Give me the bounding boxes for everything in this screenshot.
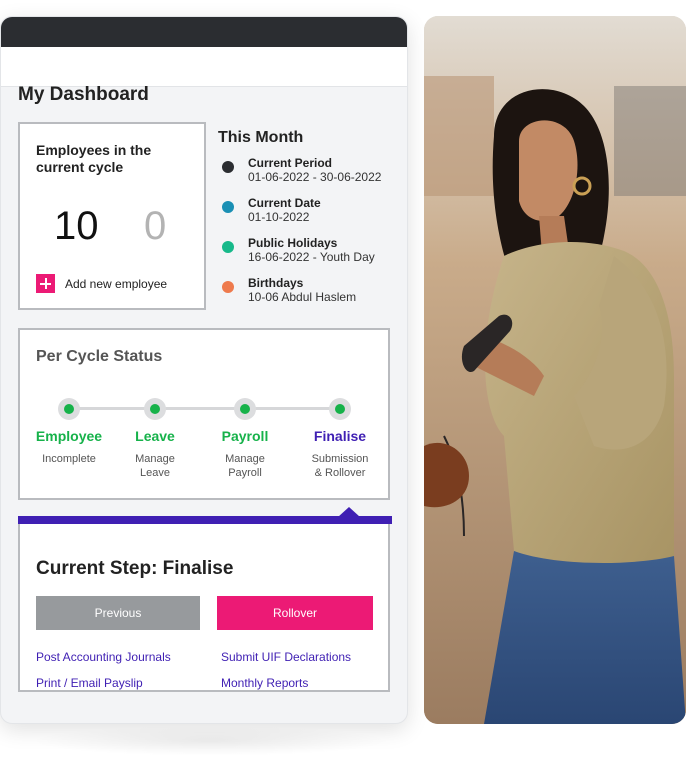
this-month-list: Current Period 01-06-2022 - 30-06-2022 C… — [222, 156, 381, 316]
hero-photo — [424, 16, 686, 724]
step-name: Payroll — [221, 428, 269, 444]
post-accounting-journals-link[interactable]: Post Accounting Journals — [36, 650, 171, 664]
monthly-reports-link[interactable]: Monthly Reports — [221, 676, 308, 690]
cycle-status-title: Per Cycle Status — [36, 348, 163, 365]
plus-icon — [36, 274, 55, 293]
submit-uif-declarations-link[interactable]: Submit UIF Declarations — [221, 650, 351, 664]
month-item-label: Birthdays — [248, 276, 304, 290]
month-item-current-period: Current Period 01-06-2022 - 30-06-2022 — [222, 156, 381, 196]
dot-icon — [222, 241, 234, 253]
month-item-label: Current Date — [248, 196, 321, 210]
step-name: Leave — [135, 428, 175, 444]
cycle-status-panel: Per Cycle Status Employee Incomplete Lea… — [18, 328, 390, 500]
dot-icon — [222, 201, 234, 213]
step-name: Employee — [35, 428, 103, 444]
previous-button[interactable]: Previous — [36, 596, 200, 630]
month-item-value: 10-06 Abdul Haslem — [248, 290, 357, 304]
month-item-value: 01-06-2022 - 30-06-2022 — [248, 170, 382, 184]
step-node-icon[interactable] — [58, 398, 80, 420]
add-employee-label: Add new employee — [65, 276, 168, 291]
window-sub-bar — [1, 47, 407, 87]
dot-icon — [222, 161, 234, 173]
month-item-value: 01-10-2022 — [248, 210, 310, 224]
step-description: Manage Payroll — [225, 453, 265, 479]
month-item-label: Public Holidays — [248, 236, 338, 250]
step-employee[interactable]: Employee Incomplete — [24, 398, 114, 466]
employees-title: Employees in the current cycle — [36, 142, 152, 175]
card-shadow — [30, 726, 390, 756]
step-finalise[interactable]: Finalise Submission & Rollover — [295, 398, 385, 480]
woman-with-hairdryer-illustration — [424, 16, 686, 724]
step-node-icon[interactable] — [329, 398, 351, 420]
step-name: Finalise — [313, 428, 367, 444]
month-item-public-holidays: Public Holidays 16-06-2022 - Youth Day — [222, 236, 381, 276]
employees-panel: Employees in the current cycle 10 0 Add … — [18, 122, 206, 310]
month-item-value: 16-06-2022 - Youth Day — [248, 250, 375, 264]
add-employee-button[interactable]: Add new employee — [36, 274, 167, 293]
step-payroll[interactable]: Payroll Manage Payroll — [200, 398, 290, 480]
dot-icon — [222, 281, 234, 293]
current-step-pointer-icon — [338, 507, 360, 517]
current-step-panel: Current Step: Finalise Previous Rollover… — [18, 507, 392, 692]
print-email-payslip-link[interactable]: Print / Email Payslip — [36, 676, 143, 690]
month-item-label: Current Period — [248, 156, 333, 170]
step-description: Incomplete — [42, 453, 96, 465]
month-item-birthdays: Birthdays 10-06 Abdul Haslem — [222, 276, 381, 316]
current-step-accent-bar — [18, 516, 392, 524]
step-description: Manage Leave — [135, 453, 175, 479]
this-month-title: This Month — [218, 129, 304, 146]
rollover-button[interactable]: Rollover — [217, 596, 373, 630]
step-node-icon[interactable] — [234, 398, 256, 420]
step-node-icon[interactable] — [144, 398, 166, 420]
employee-count: 10 — [54, 204, 99, 248]
employee-secondary-count: 0 — [144, 204, 167, 248]
step-leave[interactable]: Leave Manage Leave — [110, 398, 200, 480]
window-top-bar — [1, 17, 407, 47]
current-step-title: Current Step: Finalise — [36, 558, 234, 579]
page-title: My Dashboard — [18, 84, 149, 105]
step-description: Submission & Rollover — [311, 453, 369, 479]
month-item-current-date: Current Date 01-10-2022 — [222, 196, 381, 236]
